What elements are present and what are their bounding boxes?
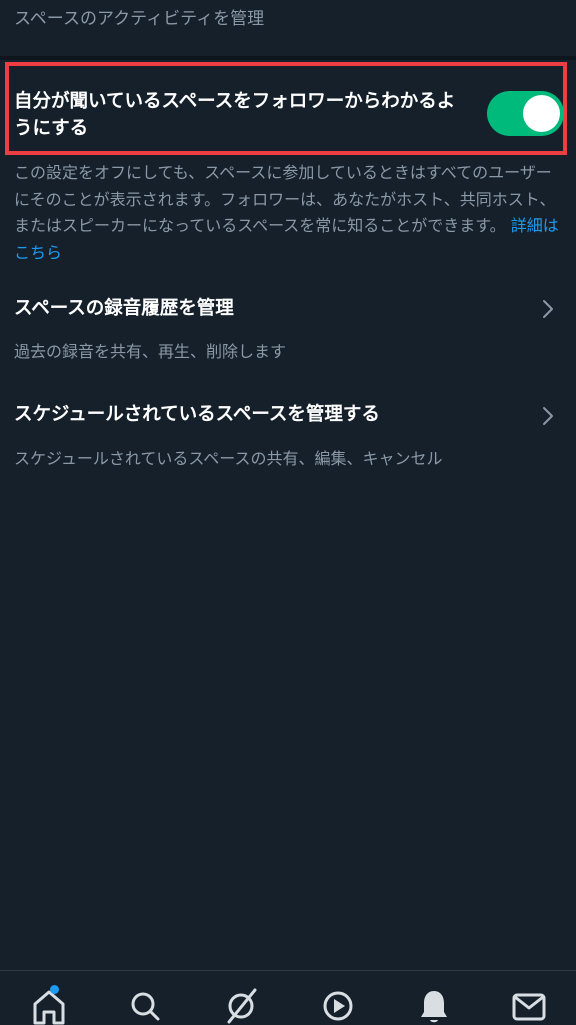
home-icon [33,990,65,1025]
listening-visibility-label: 自分が聞いているスペースをフォロワーからわかるようにする [14,91,456,139]
chevron-right-icon [543,300,553,318]
manage-scheduled-subtitle: スケジュールされているスペースの共有、編集、キャンセル [14,449,443,468]
page-subtitle: スペースのアクティビティを管理 [14,9,265,29]
toggle-description-text: この設定をオフにしても、スペースに参加しているときはすべてのユーザーにそのことが… [14,163,556,235]
manage-scheduled-row[interactable]: スケジュールされているスペースを管理する スケジュールされているスペースの共有、… [0,400,576,480]
section-divider [0,56,576,60]
manage-scheduled-title: スケジュールされているスペースを管理する [14,404,380,425]
tab-video[interactable] [316,985,360,1025]
toggle-knob [523,95,560,132]
messages-icon [512,993,546,1021]
home-notification-dot [50,985,59,994]
tab-messages[interactable] [507,985,551,1025]
tab-home[interactable] [27,985,71,1025]
manage-recordings-title: スペースの録音履歴を管理 [14,298,234,319]
tab-spaces[interactable] [219,985,263,1025]
bottom-tab-bar [0,970,576,1025]
toggle-description: この設定をオフにしても、スペースに参加しているときはすべてのユーザーにそのことが… [14,160,564,266]
manage-recordings-subtitle: 過去の録音を共有、再生、削除します [14,342,287,361]
tab-search[interactable] [123,985,167,1025]
tab-notifications[interactable] [412,985,456,1025]
spaces-icon [227,988,257,1024]
listening-visibility-toggle[interactable] [487,91,564,136]
search-icon [131,992,160,1021]
video-icon [323,991,353,1021]
manage-recordings-row[interactable]: スペースの録音履歴を管理 過去の録音を共有、再生、削除します [0,294,576,374]
chevron-right-icon [543,407,553,425]
notifications-icon [421,991,447,1023]
